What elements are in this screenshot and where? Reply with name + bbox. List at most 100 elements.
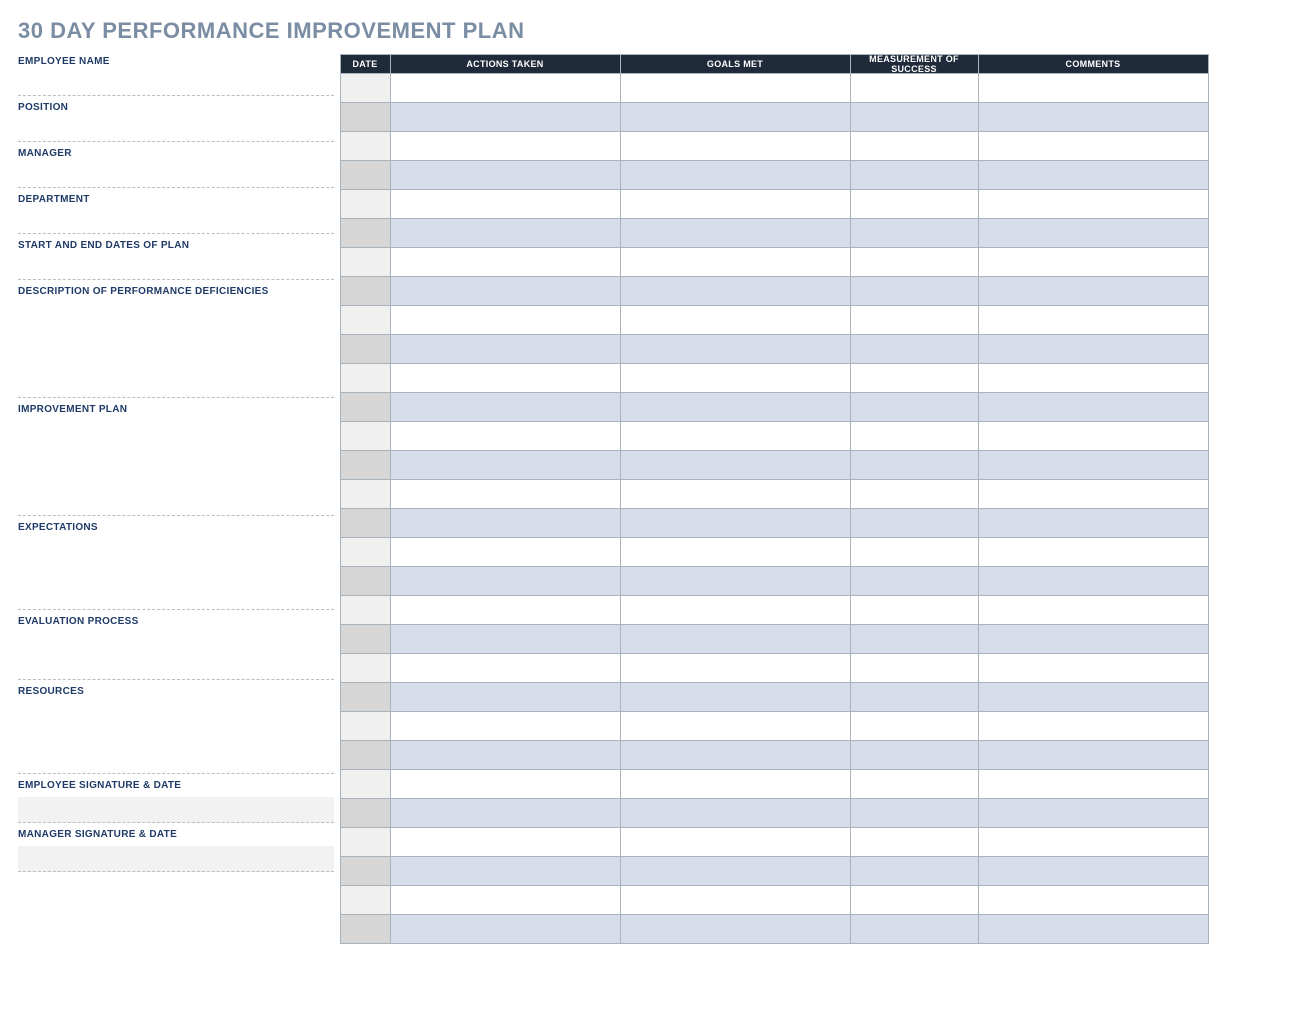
grid-cell[interactable] [620, 885, 851, 915]
grid-cell[interactable] [620, 682, 851, 712]
grid-cell[interactable] [978, 276, 1209, 306]
grid-cell[interactable] [340, 624, 391, 654]
grid-cell[interactable] [978, 479, 1209, 509]
grid-cell[interactable] [850, 595, 979, 625]
grid-cell[interactable] [340, 740, 391, 770]
grid-cell[interactable] [340, 914, 391, 944]
grid-cell[interactable] [620, 740, 851, 770]
grid-cell[interactable] [978, 334, 1209, 364]
grid-cell[interactable] [850, 711, 979, 741]
grid-cell[interactable] [340, 682, 391, 712]
grid-cell[interactable] [620, 102, 851, 132]
grid-cell[interactable] [620, 624, 851, 654]
field-input[interactable] [18, 209, 334, 233]
grid-cell[interactable] [978, 305, 1209, 335]
grid-cell[interactable] [620, 247, 851, 277]
grid-cell[interactable] [340, 827, 391, 857]
grid-cell[interactable] [390, 392, 621, 422]
grid-cell[interactable] [978, 856, 1209, 886]
grid-cell[interactable] [620, 276, 851, 306]
field-input[interactable] [18, 537, 334, 609]
grid-cell[interactable] [390, 885, 621, 915]
grid-cell[interactable] [850, 827, 979, 857]
grid-cell[interactable] [850, 508, 979, 538]
grid-cell[interactable] [620, 392, 851, 422]
grid-cell[interactable] [620, 305, 851, 335]
grid-cell[interactable] [390, 363, 621, 393]
grid-cell[interactable] [850, 566, 979, 596]
field-input[interactable] [18, 117, 334, 141]
grid-cell[interactable] [340, 595, 391, 625]
grid-cell[interactable] [978, 160, 1209, 190]
grid-cell[interactable] [390, 102, 621, 132]
grid-cell[interactable] [620, 73, 851, 103]
grid-cell[interactable] [620, 421, 851, 451]
grid-cell[interactable] [390, 624, 621, 654]
grid-cell[interactable] [340, 537, 391, 567]
grid-cell[interactable] [620, 537, 851, 567]
grid-cell[interactable] [390, 218, 621, 248]
grid-cell[interactable] [620, 595, 851, 625]
grid-cell[interactable] [850, 392, 979, 422]
field-input[interactable] [18, 255, 334, 279]
field-input[interactable] [18, 301, 334, 397]
grid-cell[interactable] [850, 885, 979, 915]
grid-cell[interactable] [850, 421, 979, 451]
grid-cell[interactable] [340, 508, 391, 538]
grid-cell[interactable] [978, 653, 1209, 683]
grid-cell[interactable] [620, 479, 851, 509]
grid-cell[interactable] [340, 885, 391, 915]
grid-cell[interactable] [850, 624, 979, 654]
grid-cell[interactable] [390, 160, 621, 190]
grid-cell[interactable] [620, 856, 851, 886]
grid-cell[interactable] [390, 276, 621, 306]
grid-cell[interactable] [620, 711, 851, 741]
grid-cell[interactable] [340, 189, 391, 219]
grid-cell[interactable] [390, 682, 621, 712]
grid-cell[interactable] [390, 450, 621, 480]
grid-cell[interactable] [620, 566, 851, 596]
grid-cell[interactable] [390, 189, 621, 219]
grid-cell[interactable] [390, 334, 621, 364]
grid-cell[interactable] [978, 769, 1209, 799]
field-input[interactable] [18, 163, 334, 187]
grid-cell[interactable] [850, 276, 979, 306]
grid-cell[interactable] [340, 711, 391, 741]
grid-cell[interactable] [340, 450, 391, 480]
grid-cell[interactable] [620, 798, 851, 828]
grid-cell[interactable] [850, 305, 979, 335]
grid-cell[interactable] [978, 682, 1209, 712]
grid-cell[interactable] [850, 479, 979, 509]
grid-cell[interactable] [340, 479, 391, 509]
grid-cell[interactable] [850, 189, 979, 219]
grid-cell[interactable] [978, 566, 1209, 596]
grid-cell[interactable] [390, 595, 621, 625]
grid-cell[interactable] [340, 276, 391, 306]
grid-cell[interactable] [850, 218, 979, 248]
grid-cell[interactable] [390, 421, 621, 451]
grid-cell[interactable] [340, 392, 391, 422]
grid-cell[interactable] [620, 334, 851, 364]
grid-cell[interactable] [390, 740, 621, 770]
grid-cell[interactable] [620, 769, 851, 799]
grid-cell[interactable] [340, 334, 391, 364]
grid-cell[interactable] [340, 73, 391, 103]
grid-cell[interactable] [978, 827, 1209, 857]
field-input[interactable] [18, 631, 334, 679]
grid-cell[interactable] [390, 566, 621, 596]
grid-cell[interactable] [978, 131, 1209, 161]
grid-cell[interactable] [390, 537, 621, 567]
grid-cell[interactable] [340, 218, 391, 248]
grid-cell[interactable] [390, 479, 621, 509]
grid-cell[interactable] [978, 624, 1209, 654]
grid-cell[interactable] [850, 450, 979, 480]
grid-cell[interactable] [340, 305, 391, 335]
grid-cell[interactable] [978, 711, 1209, 741]
grid-cell[interactable] [978, 508, 1209, 538]
grid-cell[interactable] [340, 363, 391, 393]
grid-cell[interactable] [978, 247, 1209, 277]
grid-cell[interactable] [850, 914, 979, 944]
grid-cell[interactable] [850, 798, 979, 828]
grid-cell[interactable] [620, 653, 851, 683]
grid-cell[interactable] [850, 653, 979, 683]
